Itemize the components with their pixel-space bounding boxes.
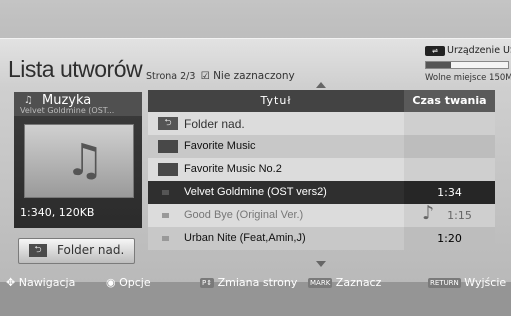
parent-folder-label: Folder nad.: [57, 243, 125, 257]
list-item-label: Velvet Goldmine (OST vers2): [184, 186, 327, 198]
usb-device-label: Urządzenie USB: [447, 45, 511, 56]
dpad-icon: ✥: [6, 276, 16, 289]
folder-up-icon: ⮌: [29, 244, 47, 257]
column-title: Tytuł: [260, 94, 292, 107]
list-item-label: Favorite Music: [184, 140, 256, 152]
music-note-icon: ♫: [65, 135, 105, 186]
preview-song-title: Velvet Goldmine (OST...: [20, 106, 115, 115]
preview-header: ♫ Muzyka Velvet Goldmine (OST...: [14, 92, 142, 116]
list-item-track[interactable]: Good Bye (Original Ver.) ♪ 1:15: [148, 202, 495, 227]
usb-usage-bar: [425, 61, 509, 69]
checkbox-icon: ☑: [200, 71, 210, 82]
page-key-icon: P⇕: [200, 278, 215, 288]
list-item-duration: 1:15: [447, 209, 472, 222]
album-art: ♫: [24, 124, 134, 198]
folder-icon: [158, 163, 178, 176]
nav-label: Nawigacja: [18, 276, 76, 289]
folder-icon: [158, 140, 178, 153]
list-item-label: Urban Nite (Feat,Amin,J): [184, 232, 306, 244]
list-item-label: Good Bye (Original Ver.): [184, 209, 304, 221]
column-duration: Czas twania: [404, 90, 495, 112]
usb-icon: ⇌: [425, 46, 445, 56]
options-hint: ◉ Opcje: [106, 276, 151, 289]
page-indicator: Strona 2/3: [146, 71, 196, 82]
folder-up-icon: ⮌: [158, 117, 178, 130]
options-label: Opcje: [119, 276, 151, 289]
scroll-down-arrow-icon[interactable]: [316, 261, 326, 267]
page-change-hint: P⇕ Zmiana strony: [200, 276, 297, 289]
list-item-duration: 1:20: [437, 232, 462, 245]
mark-hint: MARK Zaznacz: [308, 276, 381, 289]
selection-status: Nie zaznaczony: [213, 70, 295, 82]
list-item-folder[interactable]: Favorite Music: [148, 135, 495, 158]
list-item-track-selected[interactable]: Velvet Goldmine (OST vers2) 1:34: [148, 181, 495, 204]
list-item-duration: 1:34: [437, 186, 462, 199]
list-item-label: Folder nad.: [184, 117, 245, 131]
list-item-parent-folder[interactable]: ⮌ Folder nad.: [148, 112, 495, 135]
ok-button-icon: ◉: [106, 276, 116, 289]
track-icon: [162, 190, 169, 195]
list-header: Tytuł Czas twania: [148, 90, 495, 112]
track-icon: [162, 236, 169, 241]
track-list: Tytuł Czas twania ⮌ Folder nad. Favorite …: [148, 90, 495, 260]
list-item-label: Favorite Music No.2: [184, 163, 282, 175]
exit-hint: RETURN Wyjście: [428, 276, 506, 289]
music-category-icon: ♫: [24, 95, 33, 106]
mark-label: Zaznacz: [335, 276, 382, 289]
track-icon: [162, 213, 169, 218]
scroll-up-arrow-icon[interactable]: [316, 82, 326, 88]
nav-hint: ✥ Nawigacja: [6, 276, 75, 289]
list-item-track[interactable]: Urban Nite (Feat,Amin,J) 1:20: [148, 227, 495, 250]
free-space-label: Wolne miejsce 150MB: [425, 73, 511, 83]
return-key-icon: RETURN: [428, 278, 461, 288]
page-info: Strona 2/3 ☑ Nie zaznaczony: [146, 70, 295, 82]
exit-label: Wyjście: [464, 276, 507, 289]
page-title: Lista utworów: [8, 56, 143, 82]
parent-folder-button[interactable]: ⮌ Folder nad.: [18, 238, 135, 264]
usb-usage-fill: [426, 62, 451, 68]
mark-key-icon: MARK: [308, 278, 333, 288]
preview-panel: ♫ Muzyka Velvet Goldmine (OST... ♫ 1:340…: [14, 92, 142, 228]
preview-file-info: 1:340, 120KB: [20, 206, 95, 219]
page-change-label: Zmiana strony: [217, 276, 298, 289]
list-item-folder[interactable]: Favorite Music No.2: [148, 158, 495, 181]
